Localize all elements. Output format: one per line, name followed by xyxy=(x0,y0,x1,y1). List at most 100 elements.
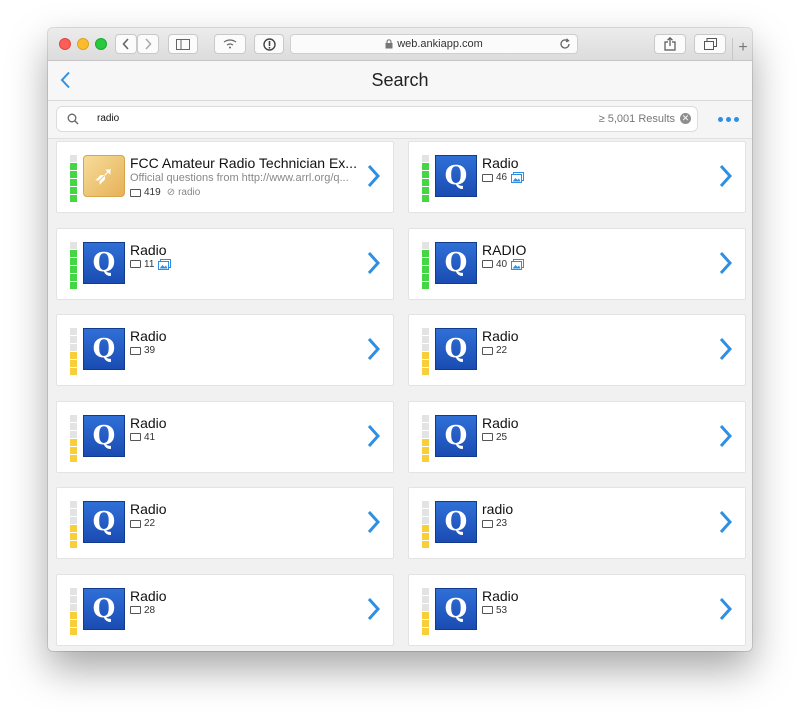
browser-toolbar: web.ankiapp.com + xyxy=(48,28,752,61)
deck-meta: 23 xyxy=(482,518,507,529)
reader-button[interactable] xyxy=(214,34,246,54)
browser-back-button[interactable] xyxy=(115,34,137,54)
sidebar-icon xyxy=(176,38,190,50)
q-deck-icon: Q xyxy=(435,155,477,197)
card-count: 23 xyxy=(496,518,508,529)
deck-result-card[interactable]: Qradio 23 xyxy=(408,487,746,559)
search-query: radio xyxy=(97,113,120,124)
more-dot xyxy=(718,117,723,122)
deck-meta: 46 xyxy=(482,172,525,183)
broadcast-icon xyxy=(223,39,237,49)
info-icon xyxy=(262,37,276,51)
tabs-overview-button[interactable] xyxy=(694,34,726,54)
card-count: 53 xyxy=(496,604,508,616)
cards-icon xyxy=(482,519,493,528)
minimize-window-button[interactable] xyxy=(77,38,89,50)
browser-forward-button[interactable] xyxy=(137,34,159,54)
cards-icon xyxy=(482,433,493,441)
deck-meta: 53 xyxy=(482,605,507,616)
q-deck-icon: Q xyxy=(83,414,125,457)
chevron-right-icon[interactable] xyxy=(719,164,733,188)
card-count: 46 xyxy=(496,172,508,183)
deck-result-card[interactable]: ➶ FCC Amateur Radio Technician Ex... Offic… xyxy=(56,141,394,213)
card-count: 40 xyxy=(496,258,508,270)
progress-level-indicator xyxy=(422,241,429,290)
progress-level-indicator xyxy=(422,587,429,636)
chevron-right-icon[interactable] xyxy=(367,597,381,621)
card-count: 25 xyxy=(496,431,508,443)
deck-result-card[interactable]: Q Radio 53 xyxy=(408,573,746,646)
password-button[interactable] xyxy=(254,34,284,54)
new-tab-button[interactable]: + xyxy=(732,38,752,60)
progress-level-indicator xyxy=(422,414,429,463)
deck-result-card[interactable]: Q Radio 46 xyxy=(408,141,746,213)
deck-title: Radio xyxy=(482,414,519,431)
chevron-right-icon[interactable] xyxy=(719,597,733,621)
cards-icon xyxy=(130,433,141,441)
card-count: 39 xyxy=(144,345,156,356)
sidebar-toggle-button[interactable] xyxy=(168,34,198,54)
share-icon xyxy=(664,37,676,51)
deck-result-card[interactable]: Q RADIO 40 xyxy=(408,227,746,300)
chevron-right-icon[interactable] xyxy=(367,251,381,275)
q-deck-icon: Q xyxy=(435,414,477,457)
q-deck-icon: Q xyxy=(83,501,125,543)
deck-meta: 39 xyxy=(130,345,155,356)
cards-icon xyxy=(130,346,141,355)
deck-result-card[interactable]: Q Radio 25 xyxy=(408,400,746,473)
chevron-left-icon xyxy=(122,38,129,50)
deck-result-card[interactable]: Q Radio 39 xyxy=(56,314,394,386)
more-dot xyxy=(726,117,731,122)
cards-icon xyxy=(482,173,493,182)
reload-icon[interactable] xyxy=(559,38,571,50)
deck-meta: 22 xyxy=(482,345,507,356)
tag-icon: ⊘ xyxy=(166,187,176,198)
address-bar[interactable]: web.ankiapp.com xyxy=(290,34,578,54)
progress-level-indicator xyxy=(70,414,77,463)
chevron-right-icon[interactable] xyxy=(367,337,381,361)
deck-title: radio xyxy=(482,501,514,517)
search-row: radio ≥ 5,001 Results ✕ xyxy=(48,101,752,139)
deck-meta: 22 xyxy=(130,518,155,529)
chevron-right-icon[interactable] xyxy=(367,424,381,448)
card-count: 41 xyxy=(144,431,156,443)
deck-meta: 40 xyxy=(482,258,525,270)
deck-result-card[interactable]: Q Radio 11 xyxy=(56,227,394,300)
more-dot xyxy=(734,117,739,122)
search-input[interactable]: radio ≥ 5,001 Results ✕ xyxy=(56,106,698,132)
cards-icon xyxy=(130,519,141,528)
chevron-right-icon[interactable] xyxy=(719,510,733,534)
deck-title: RADIO xyxy=(482,241,527,258)
chevron-right-icon[interactable] xyxy=(719,251,733,275)
chevron-right-icon[interactable] xyxy=(367,164,381,188)
chevron-right-icon[interactable] xyxy=(367,510,381,534)
progress-level-indicator xyxy=(70,241,77,290)
card-count: 11 xyxy=(144,258,155,270)
page-title: Search xyxy=(371,70,429,90)
deck-result-card[interactable]: Q Radio 22 xyxy=(56,487,394,559)
zoom-window-button[interactable] xyxy=(95,38,107,50)
deck-meta: 11 xyxy=(130,258,172,270)
images-icon xyxy=(511,172,525,183)
deck-description: Official questions from http://www.arrl.… xyxy=(130,172,349,184)
chevron-right-icon[interactable] xyxy=(719,424,733,448)
progress-level-indicator xyxy=(422,328,429,376)
progress-level-indicator xyxy=(70,328,77,376)
cards-icon xyxy=(482,346,493,355)
deck-tag: radio xyxy=(178,187,201,198)
deck-result-card[interactable]: Q Radio 41 xyxy=(56,400,394,473)
deck-result-card[interactable]: Q Radio 22 xyxy=(408,314,746,386)
search-icon xyxy=(67,113,79,125)
share-button[interactable] xyxy=(654,34,686,54)
cards-icon xyxy=(130,606,141,614)
clear-search-icon[interactable]: ✕ xyxy=(680,113,691,124)
deck-result-card[interactable]: Q Radio 28 xyxy=(56,573,394,646)
app-navbar: Search xyxy=(48,61,752,101)
progress-level-indicator xyxy=(422,155,429,203)
deck-meta: 28 xyxy=(130,605,155,616)
deck-title: Radio xyxy=(482,587,519,604)
fcc-deck-icon: ➶ xyxy=(83,155,125,197)
more-options-button[interactable] xyxy=(718,117,739,122)
close-window-button[interactable] xyxy=(59,38,71,50)
chevron-right-icon[interactable] xyxy=(719,337,733,361)
